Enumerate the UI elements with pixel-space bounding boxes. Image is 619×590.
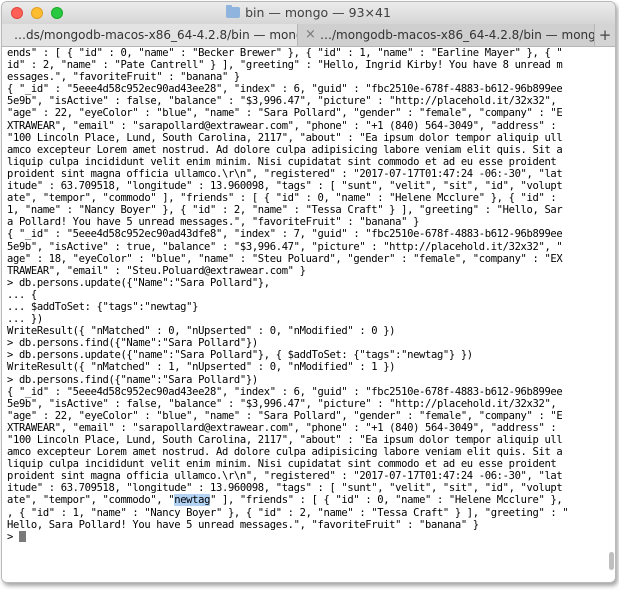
terminal-line: TRAWEAR", "email" : "Steu.Poluard@extraw… bbox=[7, 264, 306, 277]
text-cursor bbox=[18, 530, 26, 542]
terminal-line: XTRAWEAR", "email" : "sarapollard@extraw… bbox=[7, 119, 557, 132]
scroll-thumb[interactable] bbox=[609, 552, 614, 570]
terminal-line: 1, "name" : "Nancy Boyer" }, { "id" : 2,… bbox=[7, 204, 563, 217]
terminal-line: liquip culpa incididunt velit enim minim… bbox=[7, 155, 557, 168]
terminal-line: > db.persons.find({"Name":"Sara Pollard"… bbox=[7, 337, 258, 350]
terminal-output[interactable]: ends" : [ { "id" : 0, "name" : "Becker B… bbox=[2, 47, 615, 582]
tab-close-icon[interactable]: × bbox=[305, 24, 316, 46]
terminal-line: id" : 2, "name" : "Pate Cantrell" } ], "… bbox=[7, 59, 563, 72]
selected-text: newtag bbox=[174, 494, 211, 507]
tab-label: …ds/mongodb-macos-x86_64-4.2.8/bin — mon… bbox=[14, 28, 298, 42]
terminal-line: "100 Lincoln Place, Lund, South Carolina… bbox=[7, 131, 563, 144]
terminal-line: WriteResult({ "nMatched" : 1, "nUpserted… bbox=[7, 361, 396, 374]
tab-mongod[interactable]: …ds/mongodb-macos-x86_64-4.2.8/bin — mon… bbox=[2, 24, 298, 46]
terminal-line: WriteResult({ "nMatched" : 0, "nUpserted… bbox=[7, 325, 396, 338]
tab-bar: …ds/mongodb-macos-x86_64-4.2.8/bin — mon… bbox=[2, 24, 615, 47]
window-title-area: bin — mongo — 93×41 bbox=[2, 5, 615, 21]
line-text-after: " ], "friends" : [ { "id" : 0, "name" : … bbox=[210, 494, 563, 507]
terminal-line: "age" : 22, "eyeColor" : "blue", "name" … bbox=[7, 107, 563, 120]
title-bar: bin — mongo — 93×41 bbox=[2, 2, 615, 24]
terminal-line: Hello, Sara Pollard! You have 5 unread m… bbox=[7, 518, 479, 531]
terminal-line: { "_id" : "5eee4d58c952ec90ad43dfe8", "i… bbox=[7, 228, 563, 241]
terminal-line: amco excepteur Lorem amet nostrud. Ad do… bbox=[7, 143, 563, 156]
terminal-line: ... { bbox=[7, 288, 37, 301]
terminal-line: age" : 18, "eyeColor" : "blue", "name" :… bbox=[7, 252, 563, 265]
terminal-line: ends" : [ { "id" : 0, "name" : "Becker B… bbox=[7, 47, 563, 59]
terminal-line: "100 Lincoln Place, Lund, South Carolina… bbox=[7, 434, 563, 446]
terminal-line: > db.persons.find({"name":"Sara Pollard"… bbox=[7, 373, 258, 386]
terminal-window: bin — mongo — 93×41 …ds/mongodb-macos-x8… bbox=[1, 1, 616, 583]
terminal-line: ate", "tempor", "commodo" ], "friends" :… bbox=[7, 192, 557, 205]
line-text-before: ate", "tempor", "commodo", " bbox=[7, 494, 175, 507]
terminal-lines: ends" : [ { "id" : 0, "name" : "Becker B… bbox=[7, 47, 615, 494]
shell-prompt: > bbox=[7, 530, 19, 543]
terminal-line: > db.persons.update({"name":"Sara Pollar… bbox=[7, 349, 473, 362]
tab-mongo[interactable]: × …/mongodb-macos-x86_64-4.2.8/bin — mon… bbox=[298, 24, 595, 46]
terminal-line: { "_id" : "5eee4d58c952ec90ad43ee28", "i… bbox=[7, 385, 563, 398]
new-tab-button[interactable]: + bbox=[595, 24, 615, 46]
terminal-line: amco excepteur Lorem amet nostrud. Ad do… bbox=[7, 446, 563, 459]
terminal-line: essages.", "favoriteFruit" : "banana" } bbox=[7, 71, 240, 84]
terminal-line: , { "id" : 1, "name" : "Nancy Boyer" }, … bbox=[7, 506, 569, 519]
terminal-line: 5e9b", "isActive" : true, "balance" : "$… bbox=[7, 240, 563, 253]
highlighted-line: ate", "tempor", "commodo", "newtag" ], "… bbox=[7, 494, 615, 507]
terminal-line: itude" : 63.709518, "longitude" : 13.960… bbox=[7, 482, 563, 495]
terminal-line: itude" : 63.709518, "longitude" : 13.960… bbox=[7, 180, 563, 193]
window-title: bin — mongo — 93×41 bbox=[245, 5, 391, 20]
scrollbar[interactable] bbox=[608, 50, 614, 570]
terminal-line: ... $addToSet: {"tags":"newtag"} bbox=[7, 300, 199, 313]
terminal-line: "age" : 22, "eyeColor" : "blue", "name" … bbox=[7, 409, 563, 422]
tab-label: …/mongodb-macos-x86_64-4.2.8/bin — mongo bbox=[320, 28, 595, 42]
terminal-line: proident sint magna officia ullamco.\r\n… bbox=[7, 167, 563, 180]
terminal-line: { "_id" : "5eee4d58c952ec90ad43ee28", "i… bbox=[7, 83, 563, 96]
terminal-line: liquip culpa incididunt velit enim minim… bbox=[7, 458, 557, 471]
terminal-line: 5e9b", "isActive" : false, "balance" : "… bbox=[7, 397, 557, 410]
terminal-line: proident sint magna officia ullamco.\r\n… bbox=[7, 470, 563, 483]
prompt-line[interactable]: > bbox=[7, 530, 615, 543]
terminal-line: XTRAWEAR", "email" : "sarapollard@extraw… bbox=[7, 421, 557, 434]
terminal-line: 5e9b", "isActive" : false, "balance" : "… bbox=[7, 95, 557, 108]
folder-icon bbox=[226, 5, 241, 18]
terminal-line: a Pollard! You have 5 unread messages.",… bbox=[7, 216, 420, 229]
terminal-line: > db.persons.update({"Name":"Sara Pollar… bbox=[7, 276, 270, 289]
terminal-line: ... }) bbox=[7, 313, 43, 326]
